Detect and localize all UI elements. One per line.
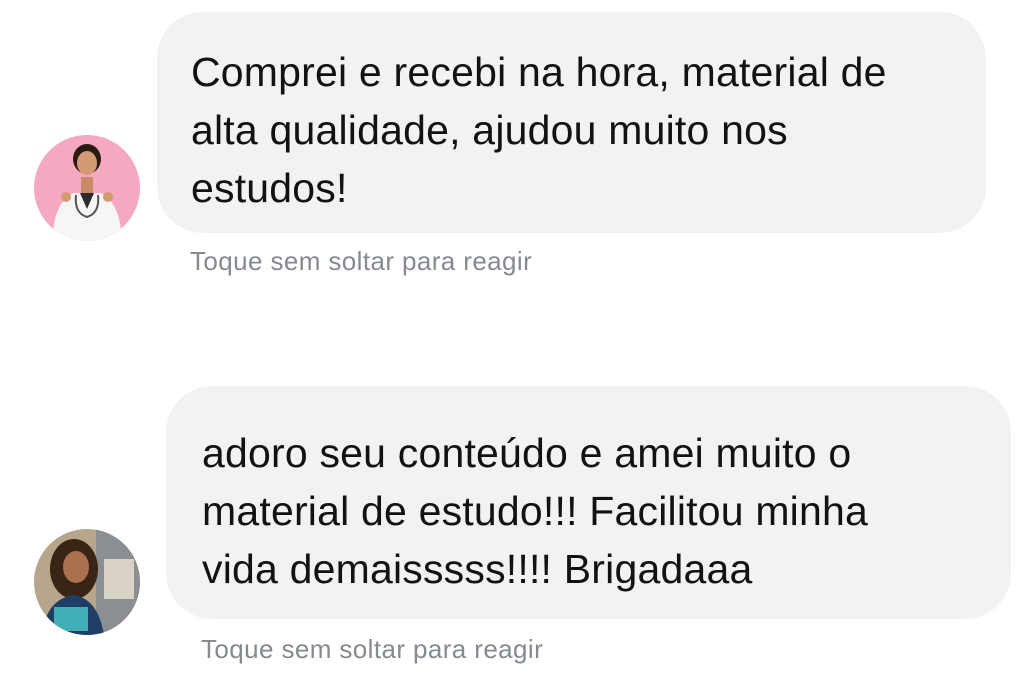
reaction-hint[interactable]: Toque sem soltar para reagir [201, 634, 543, 665]
comment-text: Comprei e recebi na hora, material de al… [191, 49, 887, 211]
avatar[interactable] [34, 529, 140, 635]
comment-item: Comprei e recebi na hora, material de al… [0, 0, 1024, 300]
comment-text: adoro seu conteúdo e amei muito o materi… [202, 430, 869, 592]
avatar[interactable] [34, 135, 140, 241]
comment-item: adoro seu conteúdo e amei muito o materi… [0, 380, 1024, 677]
user-avatar-icon [34, 135, 140, 241]
user-avatar-icon [34, 529, 140, 635]
comment-bubble[interactable]: adoro seu conteúdo e amei muito o materi… [166, 386, 1011, 619]
comment-bubble[interactable]: Comprei e recebi na hora, material de al… [157, 12, 986, 233]
reaction-hint[interactable]: Toque sem soltar para reagir [190, 246, 532, 277]
